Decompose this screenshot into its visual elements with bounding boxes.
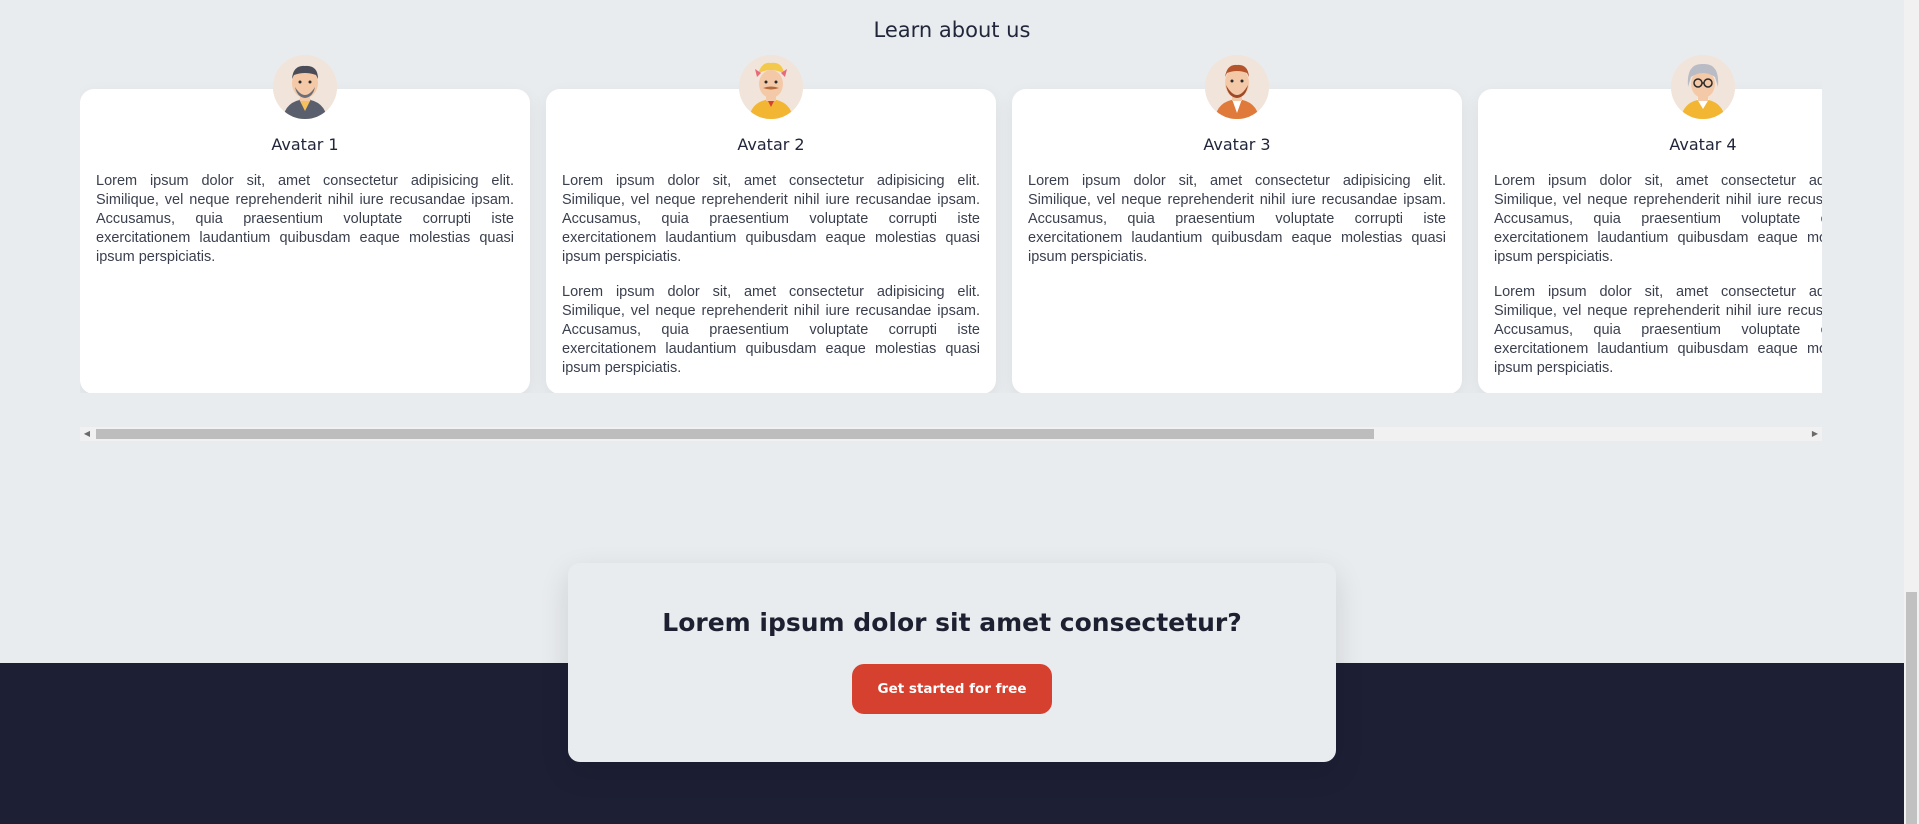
page-scrollbar[interactable] bbox=[1904, 0, 1919, 824]
avatar-3-icon bbox=[1205, 55, 1269, 119]
avatar-4-icon bbox=[1671, 55, 1735, 119]
scroll-right-arrow-icon[interactable]: ▶ bbox=[1808, 427, 1822, 441]
avatar-card-text: Lorem ipsum dolor sit, amet consectetur … bbox=[562, 173, 980, 265]
avatar-card-name: Avatar 4 bbox=[1669, 135, 1737, 154]
avatar-2-icon bbox=[739, 55, 803, 119]
avatar-card-4: Avatar 4 Lorem ipsum dolor sit, amet con… bbox=[1478, 55, 1822, 393]
avatar-card-text: Lorem ipsum dolor sit, amet consectetur … bbox=[1028, 173, 1446, 265]
get-started-button[interactable]: Get started for free bbox=[852, 664, 1052, 714]
cta-title: Lorem ipsum dolor sit amet consectetur? bbox=[662, 608, 1242, 637]
page-scroll-thumb[interactable] bbox=[1906, 592, 1917, 824]
carousel-scroll-thumb[interactable] bbox=[96, 429, 1374, 439]
section-title: Learn about us bbox=[873, 18, 1031, 42]
avatar-card-name: Avatar 1 bbox=[271, 135, 339, 154]
avatar-carousel[interactable]: Avatar 1 Lorem ipsum dolor sit, amet con… bbox=[80, 55, 1822, 393]
avatar-card-1: Avatar 1 Lorem ipsum dolor sit, amet con… bbox=[80, 55, 530, 393]
avatar-card-text: Lorem ipsum dolor sit, amet consectetur … bbox=[96, 173, 514, 265]
scroll-left-arrow-icon[interactable]: ◀ bbox=[80, 427, 94, 441]
avatar-1-icon bbox=[273, 55, 337, 119]
carousel-scrollbar[interactable]: ◀ ▶ bbox=[80, 427, 1822, 441]
avatar-card-name: Avatar 3 bbox=[1203, 135, 1271, 154]
cta-box: Lorem ipsum dolor sit amet consectetur? … bbox=[568, 563, 1336, 762]
avatar-card-name: Avatar 2 bbox=[737, 135, 805, 154]
avatar-card-text: Lorem ipsum dolor sit, amet consectetur … bbox=[1494, 173, 1822, 265]
avatar-card-text: Lorem ipsum dolor sit, amet consectetur … bbox=[1494, 284, 1822, 376]
avatar-card-text: Lorem ipsum dolor sit, amet consectetur … bbox=[562, 284, 980, 376]
avatar-card-2: Avatar 2 Lorem ipsum dolor sit, amet con… bbox=[546, 55, 996, 393]
avatar-card-3: Avatar 3 Lorem ipsum dolor sit, amet con… bbox=[1012, 55, 1462, 393]
